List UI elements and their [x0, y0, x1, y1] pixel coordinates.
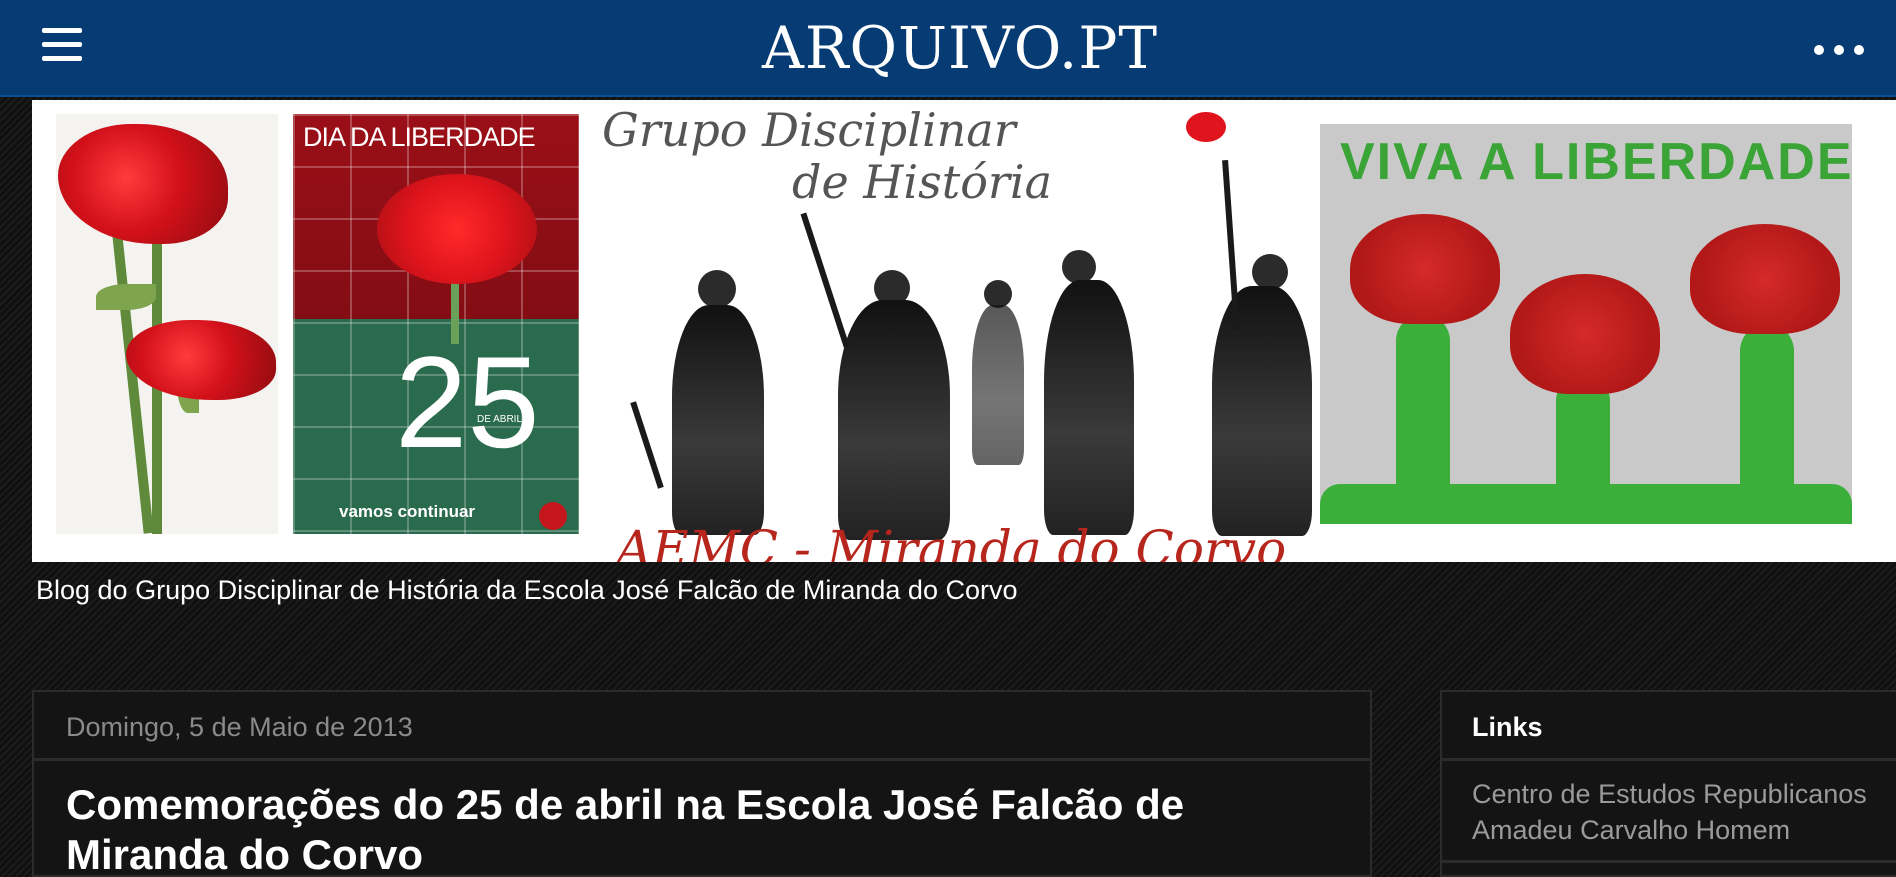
poster-title: DIA DA LIBERDADE — [303, 122, 536, 152]
carnation-icon — [377, 174, 537, 284]
poster-badge-icon — [539, 502, 567, 530]
more-options-icon[interactable] — [1814, 40, 1864, 60]
blog-description: Blog do Grupo Disciplinar de História da… — [36, 575, 1018, 605]
group-title-line2: de História — [792, 155, 1053, 209]
kids-painting: VIVA A LIBERDADE — [1320, 124, 1852, 524]
sidebar-title: Links — [1472, 712, 1543, 742]
liberty-day-poster: DIA DA LIBERDADE 25 DE ABRIL vamos conti… — [293, 114, 579, 534]
blog-post: Domingo, 5 de Maio de 2013 Comemorações … — [32, 690, 1372, 877]
school-caption: AEMC - Miranda do Corvo — [616, 520, 1287, 562]
post-title[interactable]: Comemorações do 25 de abril na Escola Jo… — [66, 780, 1346, 877]
blog-header-banner[interactable]: DIA DA LIBERDADE 25 DE ABRIL vamos conti… — [32, 100, 1896, 562]
top-navigation-bar: ARQUIVO.PT — [0, 0, 1896, 97]
poster-number: 25 — [395, 329, 540, 475]
divider — [1442, 860, 1896, 863]
post-date: Domingo, 5 de Maio de 2013 — [66, 712, 413, 742]
divider — [1442, 758, 1896, 761]
group-title: Grupo Disciplinar de História — [602, 104, 1122, 208]
sidebar-links-widget: Links Centro de Estudos Republicanos Ama… — [1440, 690, 1896, 877]
carnation-photo — [56, 114, 278, 534]
hamburger-menu-icon[interactable] — [42, 28, 90, 68]
sidebar-link[interactable]: Centro de Estudos Republicanos Amadeu Ca… — [1472, 776, 1896, 848]
kids-caption: VIVA A LIBERDADE — [1340, 133, 1854, 191]
poster-abril: DE ABRIL — [477, 414, 523, 425]
arquivo-logo[interactable]: ARQUIVO.PT — [700, 14, 1220, 82]
divider — [34, 758, 1370, 761]
poster-footer: vamos continuar — [339, 502, 476, 521]
group-title-line1: Grupo Disciplinar — [602, 103, 1016, 157]
